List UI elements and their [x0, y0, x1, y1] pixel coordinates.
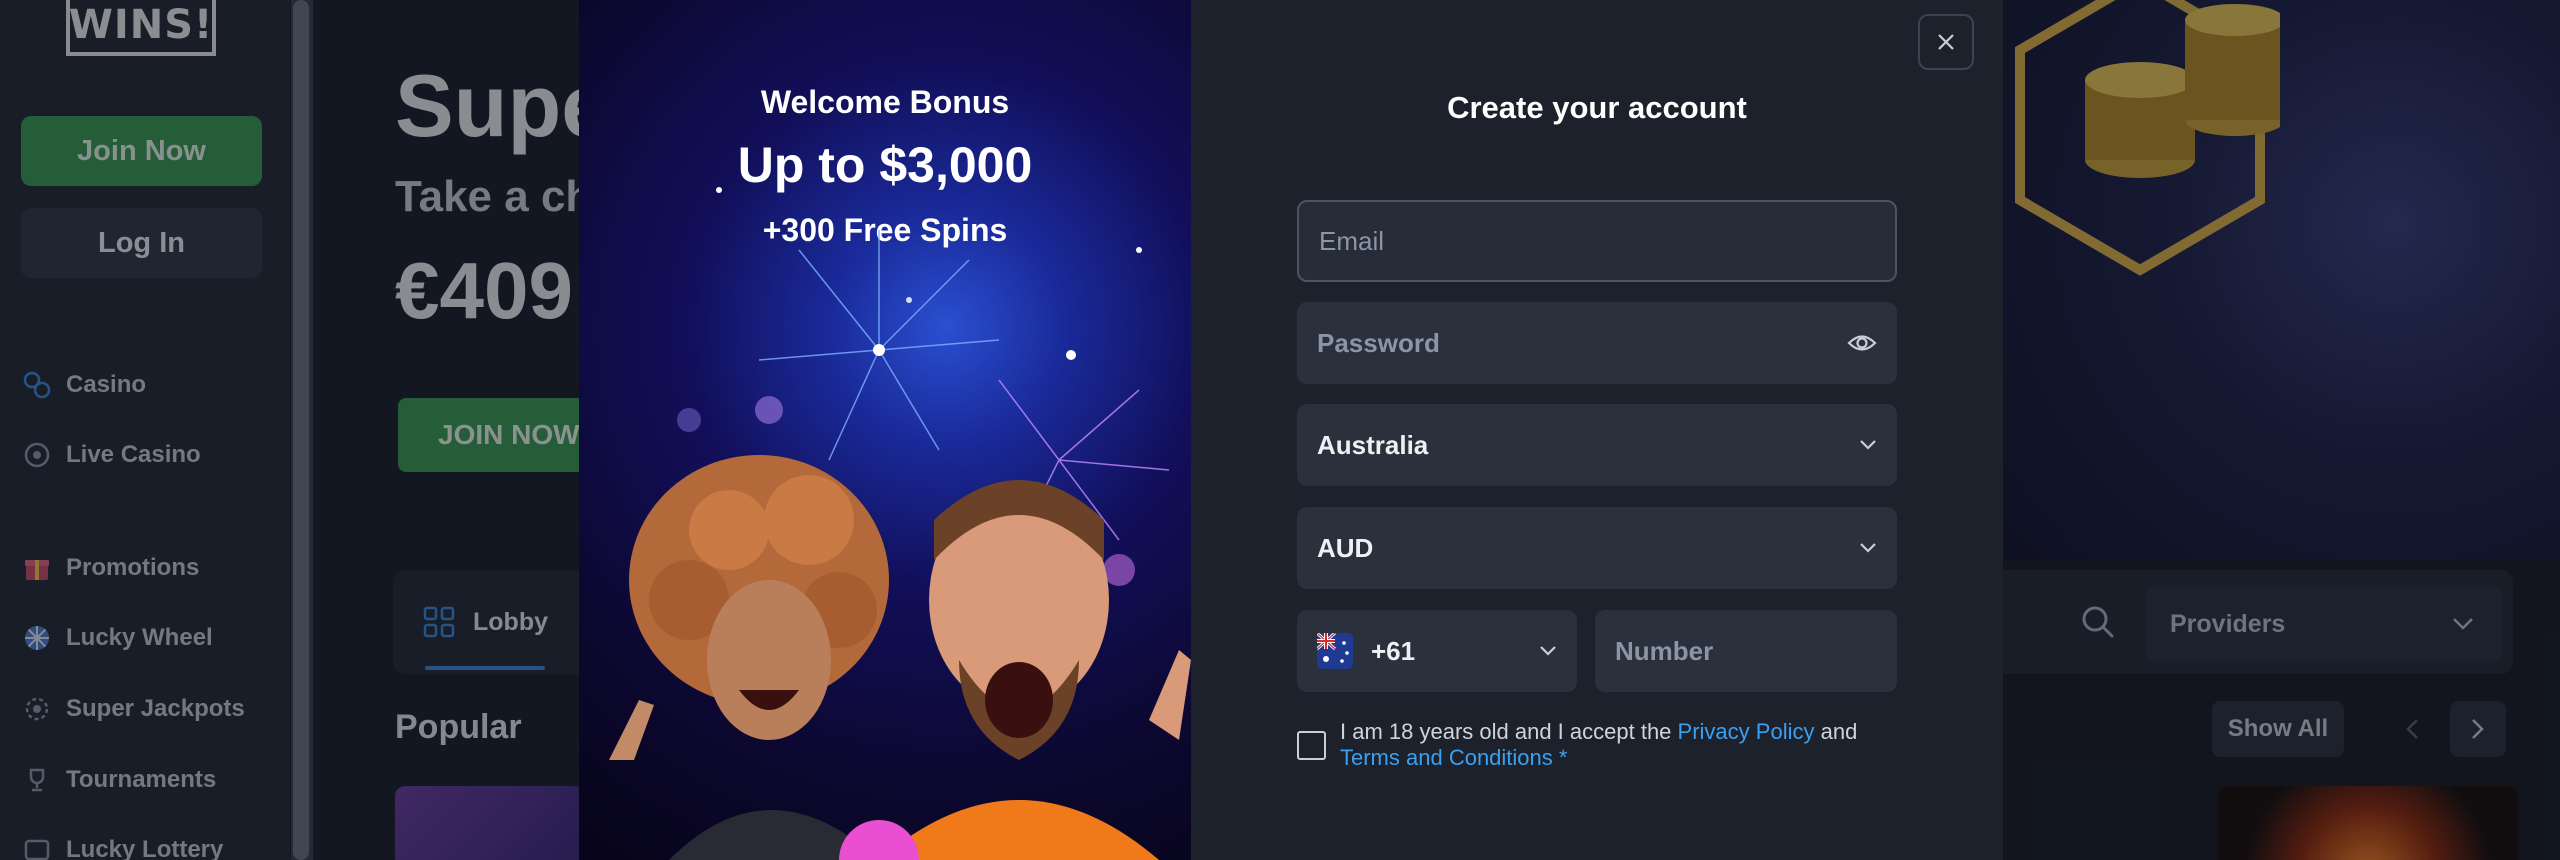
- age-terms-checkbox[interactable]: [1297, 731, 1326, 760]
- email-field[interactable]: [1297, 200, 1897, 282]
- currency-select[interactable]: AUD: [1297, 507, 1897, 589]
- password-placeholder: Password: [1317, 327, 1440, 358]
- eye-icon[interactable]: [1847, 332, 1877, 354]
- terms-link[interactable]: Terms and Conditions: [1340, 745, 1553, 770]
- email-input[interactable]: [1319, 225, 1875, 257]
- country-value: Australia: [1317, 429, 1429, 460]
- welcome-bonus-panel: Welcome Bonus Up to $3,000 +300 Free Spi…: [579, 0, 1191, 860]
- page: WINS! Join Now Log In Casino Live Casino…: [0, 0, 2560, 860]
- consent-and: and: [1820, 719, 1858, 744]
- phone-code-select[interactable]: +61: [1297, 610, 1577, 692]
- privacy-policy-link[interactable]: Privacy Policy: [1678, 719, 1815, 744]
- country-select[interactable]: Australia: [1297, 404, 1897, 486]
- chevron-down-icon: [1540, 646, 1556, 656]
- fireworks-illustration: [609, 187, 1191, 860]
- close-button[interactable]: [1918, 14, 1974, 70]
- currency-value: AUD: [1317, 532, 1374, 563]
- australia-flag-icon: [1317, 633, 1353, 669]
- phone-code-value: +61: [1371, 635, 1416, 666]
- form-title: Create your account: [1447, 90, 1747, 125]
- phone-number-field[interactable]: Number: [1595, 610, 1897, 692]
- chevron-down-icon: [1860, 543, 1876, 553]
- required-mark: *: [1558, 745, 1568, 770]
- close-icon: [1938, 34, 1954, 50]
- consent-text: I am 18 years old and I accept the Priva…: [1340, 719, 1900, 771]
- consent-prefix: I am 18 years old and I accept the: [1340, 719, 1672, 744]
- phone-number-placeholder: Number: [1615, 635, 1714, 666]
- chevron-down-icon: [1860, 440, 1876, 450]
- password-field[interactable]: Password: [1297, 302, 1897, 384]
